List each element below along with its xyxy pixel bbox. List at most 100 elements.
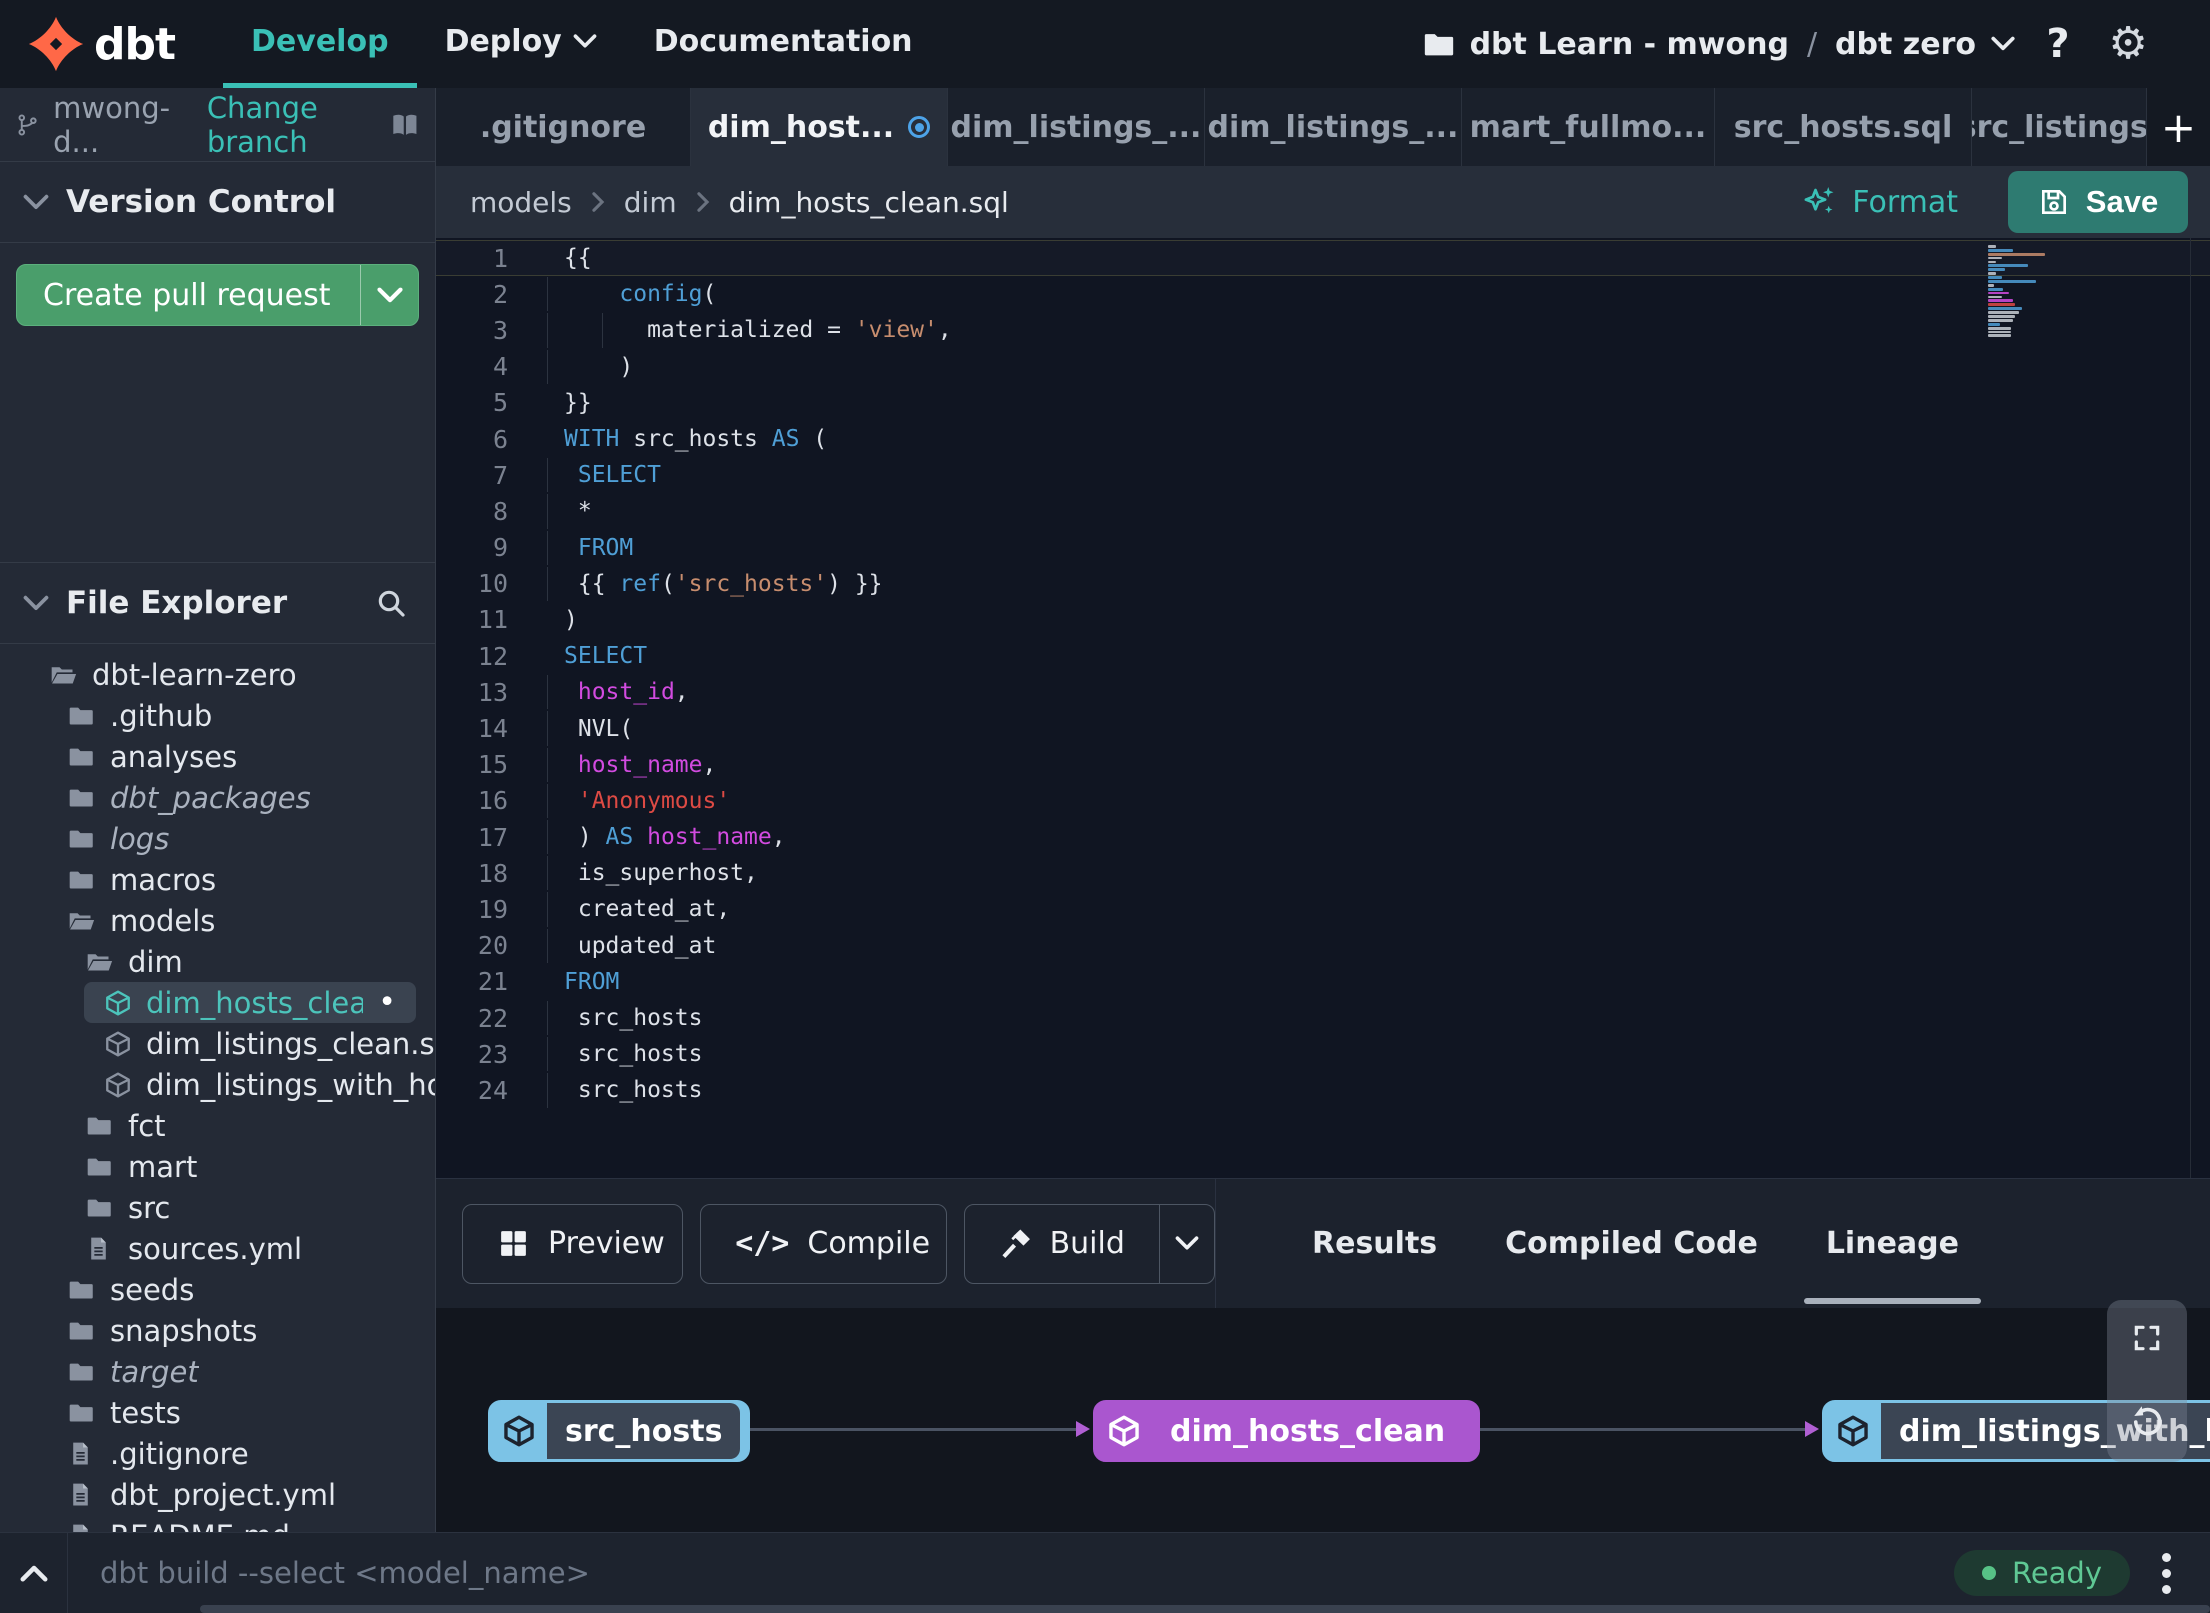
code-token: , [771,824,786,851]
panel-tab-lineage[interactable]: Lineage [1792,1179,1993,1308]
code-editor[interactable]: 1{{2 config(3 materialized = 'view', 4 ) 5… [436,238,2210,1178]
editor-tab[interactable]: dim_listings_... [1205,88,1462,166]
file-tree-item[interactable]: dbt_project.yml [0,1474,435,1515]
reset-view-icon[interactable] [2129,1404,2165,1440]
expand-console-button[interactable] [0,1533,68,1613]
editor-tab[interactable]: src_hosts.sql [1715,88,1972,166]
code-line: 3 materialized = 'view', [436,312,2210,348]
pull-request-dropdown[interactable] [360,265,418,325]
file-tree-item[interactable]: fct [0,1105,435,1146]
file-tree-item[interactable]: dbt_packages [0,777,435,818]
code-text: FROM [508,965,2210,999]
line-number: 11 [477,605,508,635]
code-token: ( [799,426,828,453]
settings-button[interactable]: ⚙ [2100,16,2156,72]
file-name: dim_listings_with_hosts... [146,1067,435,1102]
build-button[interactable]: Build [963,1203,1215,1284]
file-tree-item[interactable]: src [0,1187,435,1228]
file-tree-item[interactable]: .github [0,695,435,736]
scrollbar-thumb[interactable] [200,1605,2210,1613]
project-switcher[interactable]: dbt Learn - mwong / dbt zero [1422,27,2016,62]
editor-tab[interactable]: .gitignore [436,88,691,166]
minimap-line [1988,260,1996,264]
breadcrumb-item[interactable]: dim [624,186,677,219]
code-token: is_superhost, [564,860,758,887]
new-tab-button[interactable]: + [2147,88,2210,166]
fullscreen-icon[interactable] [2131,1322,2163,1354]
editor-tab[interactable]: mart_fullmo... [1462,88,1715,166]
code-token: ) [564,606,578,633]
gear-icon: ⚙ [2108,18,2148,69]
breadcrumb-item[interactable]: dim_hosts_clean.sql [729,186,1009,219]
file-tree-item[interactable]: dbt-learn-zero [0,654,435,695]
file-tree-item[interactable]: mart [0,1146,435,1187]
code-text: * [508,494,2210,529]
code-text: config( [508,277,2210,312]
file-icon [68,1440,95,1467]
lineage-node[interactable]: dim_hosts_clean [1093,1400,1480,1462]
indent-guide-line [547,675,548,710]
minimap-line [1988,330,2011,334]
file-name: models [110,903,216,938]
panel-tab-compiled-code[interactable]: Compiled Code [1471,1179,1792,1308]
editor-minimap[interactable] [1988,245,2108,338]
file-tree-item[interactable]: dim [0,941,435,982]
change-branch-link[interactable]: Change branch [207,91,377,159]
version-control-header[interactable]: Version Control [0,162,435,243]
file-tree-item[interactable]: dim_hosts_clean.sql • [84,982,416,1023]
file-tree-item[interactable]: analyses [0,736,435,777]
file-tree-item[interactable]: models [0,900,435,941]
code-line: 5}} [436,385,2210,421]
breadcrumb-item[interactable]: models [470,186,572,219]
file-tree-item[interactable]: seeds [0,1269,435,1310]
editor-tab[interactable]: dim_host... [691,88,948,166]
file-tree-item[interactable]: sources.yml [0,1228,435,1269]
preview-button[interactable]: Preview [462,1203,684,1284]
minimap-line [1988,287,2004,291]
command-input[interactable]: dbt build --select <model_name> [100,1556,590,1590]
panel-tab-results[interactable]: Results [1278,1179,1471,1308]
file-tree-item[interactable]: macros [0,859,435,900]
search-icon[interactable] [375,587,407,619]
editor-pane: .gitignore dim_host... dim_listings_... dim… [436,88,2210,1532]
file-tree-item[interactable]: .gitignore [0,1433,435,1474]
help-button[interactable]: ? [2030,16,2086,72]
file-tree-item[interactable]: snapshots [0,1310,435,1351]
format-button[interactable]: Format [1792,184,1968,220]
nav-item-develop[interactable]: Develop [223,0,417,88]
panel-tab-label: Lineage [1825,1226,1959,1261]
indent-guide-line [547,566,548,601]
file-tree-item[interactable]: target [0,1351,435,1392]
code-text: ) AS host_name, [508,820,2210,855]
code-token: host_id [577,679,675,706]
file-tree-item[interactable]: README.md [0,1515,435,1532]
save-button[interactable]: Save [2008,171,2188,233]
file-explorer-header[interactable]: File Explorer [0,563,435,644]
console-menu-button[interactable] [2136,1552,2196,1594]
nav-item-deploy[interactable]: Deploy [417,0,626,88]
file-tree-item[interactable]: tests [0,1392,435,1433]
minimap-line [1988,264,2029,268]
horizontal-scrollbar[interactable] [0,1605,2210,1613]
tab-label: src_hosts.sql [1733,109,1953,145]
file-tree-item[interactable]: logs [0,818,435,859]
lineage-node[interactable]: src_hosts [488,1400,750,1462]
file-tree-item[interactable]: dim_listings_with_hosts... [0,1064,435,1105]
create-pull-request-button[interactable]: Create pull request [16,264,419,326]
minimap-line [1988,252,2046,256]
file-tree-item[interactable]: dim_listings_clean.sql [0,1023,435,1064]
docs-book-icon[interactable] [391,109,419,141]
compile-button[interactable]: </> Compile [700,1203,947,1284]
build-dropdown-button[interactable] [1158,1204,1214,1283]
folder-icon [68,784,95,811]
editor-tab[interactable]: src_listings. [1972,88,2147,166]
dbt-logo[interactable]: dbt [0,0,176,88]
editor-tab[interactable]: dim_listings_... [948,88,1205,166]
code-line: 16 'Anonymous' [436,783,2210,819]
file-name: snapshots [110,1313,258,1348]
nav-item-documentation[interactable]: Documentation [626,0,941,88]
lineage-canvas[interactable]: src_hosts dim_hosts_clean dim_listings_wit… [436,1300,2210,1532]
panel-tab-label: Compiled Code [1505,1226,1758,1261]
line-number: 23 [477,1039,508,1069]
